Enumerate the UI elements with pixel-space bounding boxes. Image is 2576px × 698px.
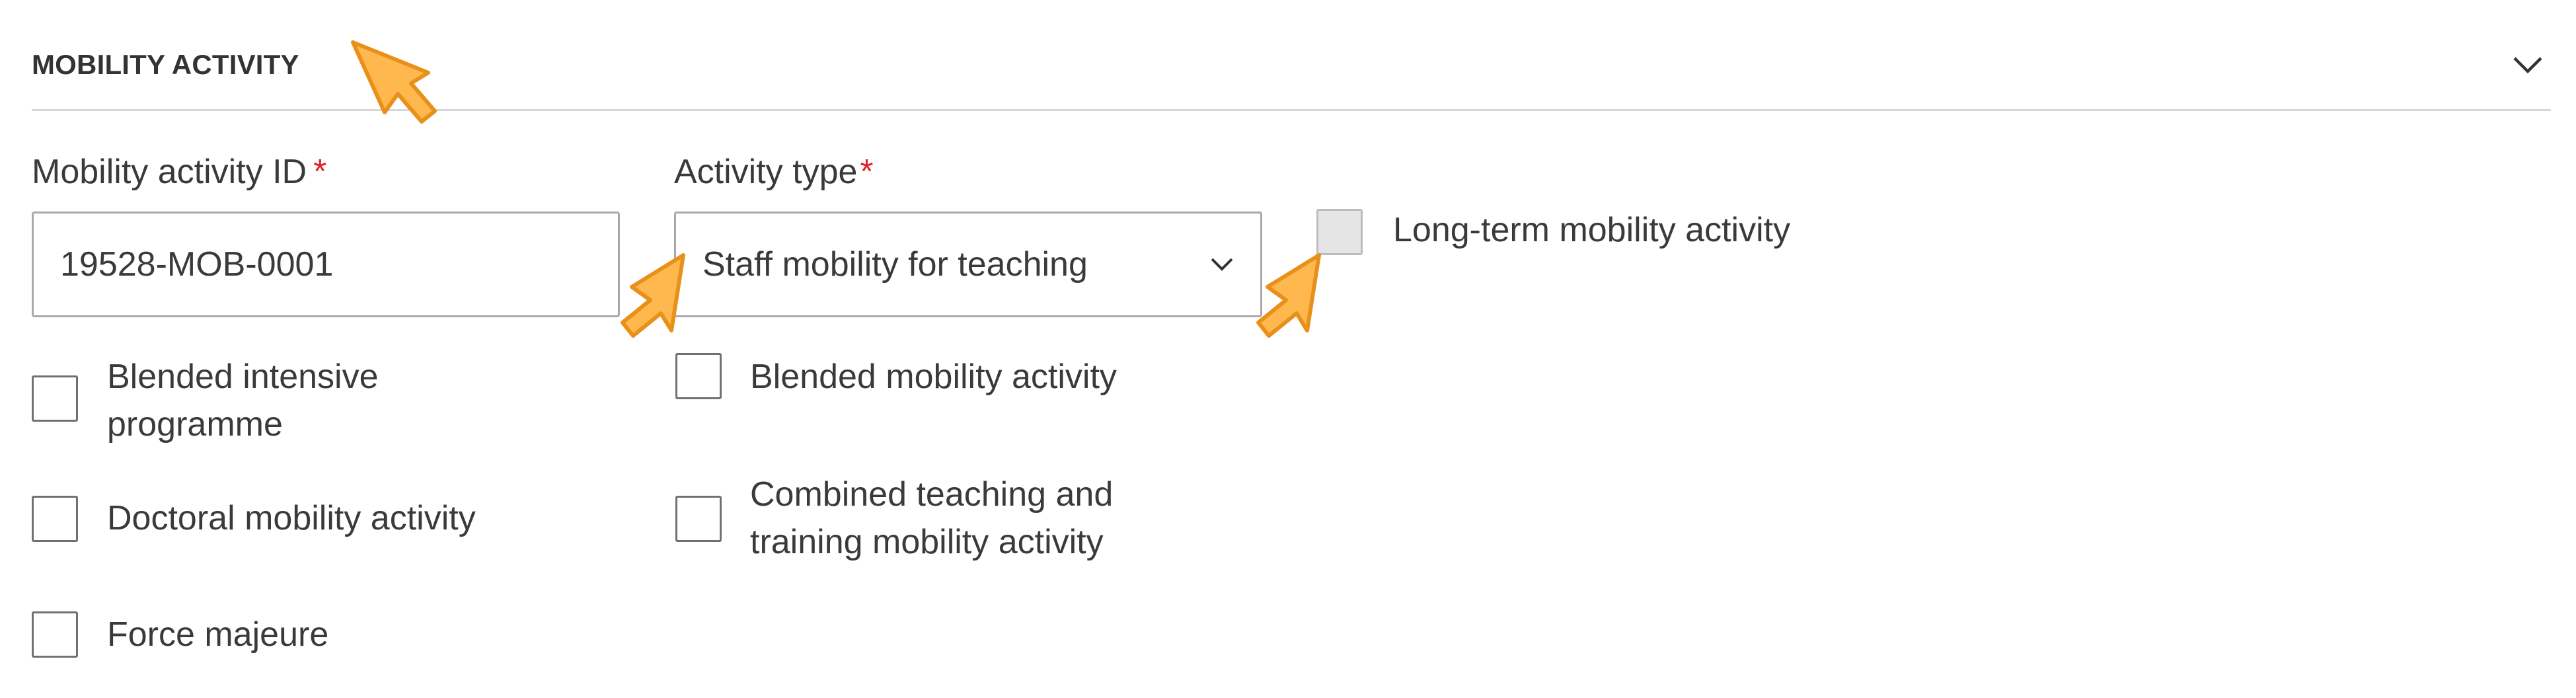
arrow-pointer-icon <box>351 40 437 124</box>
mobility-activity-id-input[interactable]: 19528-MOB-0001 <box>32 212 620 317</box>
combined-teaching-training-checkbox[interactable] <box>675 496 722 542</box>
blended-intensive-label-line2: programme <box>107 405 283 444</box>
combined-teaching-training-label: Combined teaching and training mobility … <box>750 471 1113 566</box>
combined-label-line1: Combined teaching and <box>750 475 1114 514</box>
section-title: MOBILITY ACTIVITY <box>32 49 299 80</box>
chevron-down-icon <box>2513 57 2542 74</box>
blended-intensive-label-line1: Blended intensive <box>107 358 379 396</box>
doctoral-mobility-label: Doctoral mobility activity <box>107 499 476 537</box>
arrow-pointer-icon <box>1256 253 1321 338</box>
collapse-toggle-button[interactable] <box>2505 42 2551 89</box>
mobility-activity-id-value: 19528-MOB-0001 <box>60 245 334 284</box>
mobility-activity-id-label-text: Mobility activity ID <box>32 153 307 191</box>
blended-mobility-label: Blended mobility activity <box>750 358 1117 396</box>
arrow-pointer-icon <box>621 253 685 338</box>
long-term-mobility-checkbox[interactable] <box>1316 209 1363 255</box>
blended-mobility-checkbox[interactable] <box>675 353 722 399</box>
required-marker: * <box>860 153 874 191</box>
activity-type-label-text: Activity type <box>674 153 858 191</box>
combined-label-line2: training mobility activity <box>750 523 1104 561</box>
activity-type-label: Activity type* <box>674 152 874 192</box>
blended-intensive-label: Blended intensive programme <box>107 353 379 448</box>
activity-type-selected-value: Staff mobility for teaching <box>702 245 1088 284</box>
long-term-mobility-label: Long-term mobility activity <box>1393 211 1791 249</box>
force-majeure-label: Force majeure <box>107 615 329 654</box>
chevron-down-icon <box>1211 258 1233 271</box>
mobility-activity-id-label: Mobility activity ID * <box>32 152 326 192</box>
activity-type-select[interactable]: Staff mobility for teaching <box>674 212 1262 317</box>
doctoral-mobility-checkbox[interactable] <box>32 496 78 542</box>
blended-intensive-checkbox[interactable] <box>32 375 78 422</box>
required-marker: * <box>313 153 327 191</box>
force-majeure-checkbox[interactable] <box>32 611 78 658</box>
